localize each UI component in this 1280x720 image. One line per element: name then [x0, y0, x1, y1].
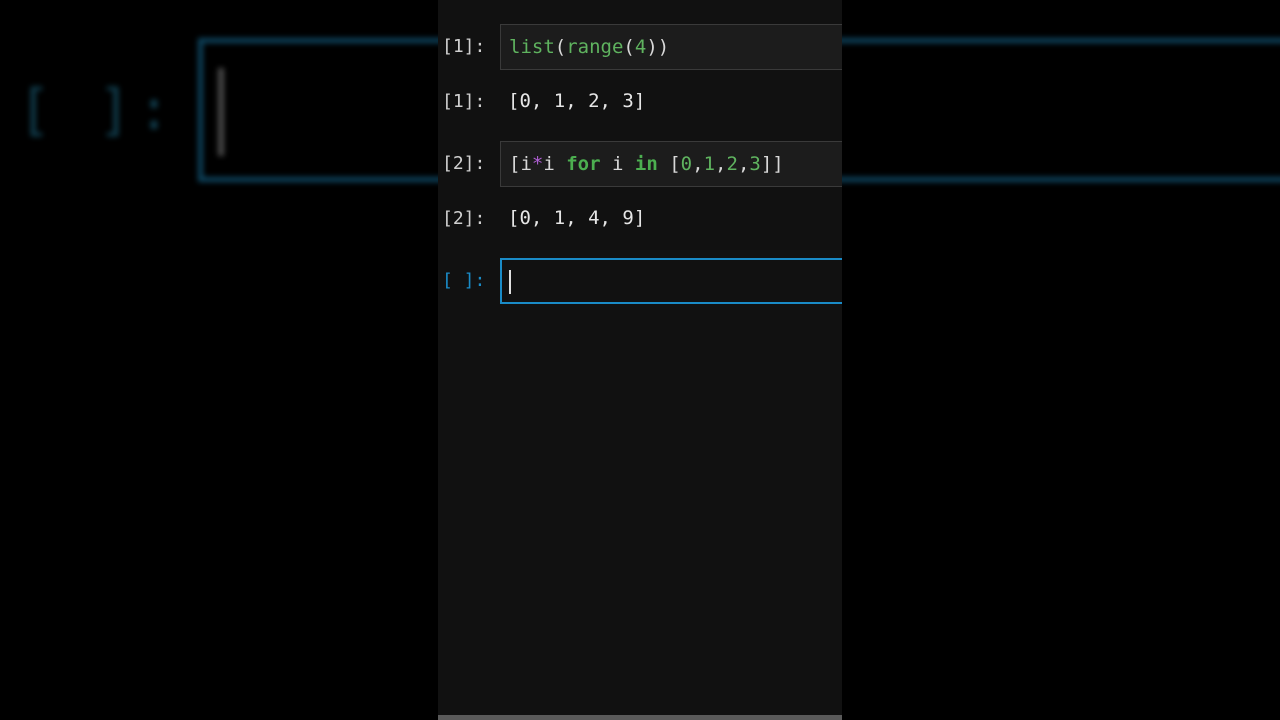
code-token: ]]: [760, 153, 784, 175]
code-token: (: [623, 36, 635, 58]
active-input-prompt: [ ]:: [442, 270, 486, 291]
background-text-cursor: [218, 68, 224, 156]
code-token: [i: [509, 153, 532, 175]
code-token: 3: [749, 153, 761, 175]
output-prompt: [2]:: [442, 208, 486, 229]
code-token: i: [543, 153, 567, 175]
text-cursor: [509, 270, 511, 294]
code-token: *: [531, 153, 544, 175]
background-cell-prompt: [ ]:: [18, 78, 177, 143]
code-token: for: [566, 153, 601, 175]
code-token: in: [634, 153, 658, 175]
code-token: )): [646, 36, 670, 58]
input-prompt: [2]:: [442, 153, 486, 174]
code-token: (: [554, 36, 567, 58]
cell-output-1: [0, 1, 2, 3]: [508, 90, 646, 112]
code-token: ,: [715, 153, 727, 175]
code-token: ,: [692, 153, 704, 175]
code-token: ,: [737, 153, 750, 175]
code-token: 1: [703, 153, 716, 175]
video-frame: [ ]: [1]: list(range(4)) [1]: [0, 1, 2, …: [0, 0, 1280, 720]
output-prompt: [1]:: [442, 91, 486, 112]
code-input-2[interactable]: [i*i for i in [0,1,2,3]]: [500, 141, 842, 187]
horizontal-scrollbar[interactable]: [438, 715, 842, 720]
code-token: 4: [634, 36, 647, 58]
active-code-input[interactable]: [500, 258, 842, 304]
cell-output-2: [0, 1, 4, 9]: [508, 207, 646, 229]
code-token: range: [566, 36, 624, 58]
code-token: list: [509, 36, 555, 58]
code-token: [: [657, 153, 681, 175]
notebook-panel: [1]: list(range(4)) [1]: [0, 1, 2, 3] [2…: [438, 0, 842, 720]
code-token: 0: [680, 153, 693, 175]
code-token: i: [600, 153, 635, 175]
code-input-1[interactable]: list(range(4)): [500, 24, 842, 70]
input-prompt: [1]:: [442, 36, 486, 57]
code-token: 2: [726, 153, 738, 175]
